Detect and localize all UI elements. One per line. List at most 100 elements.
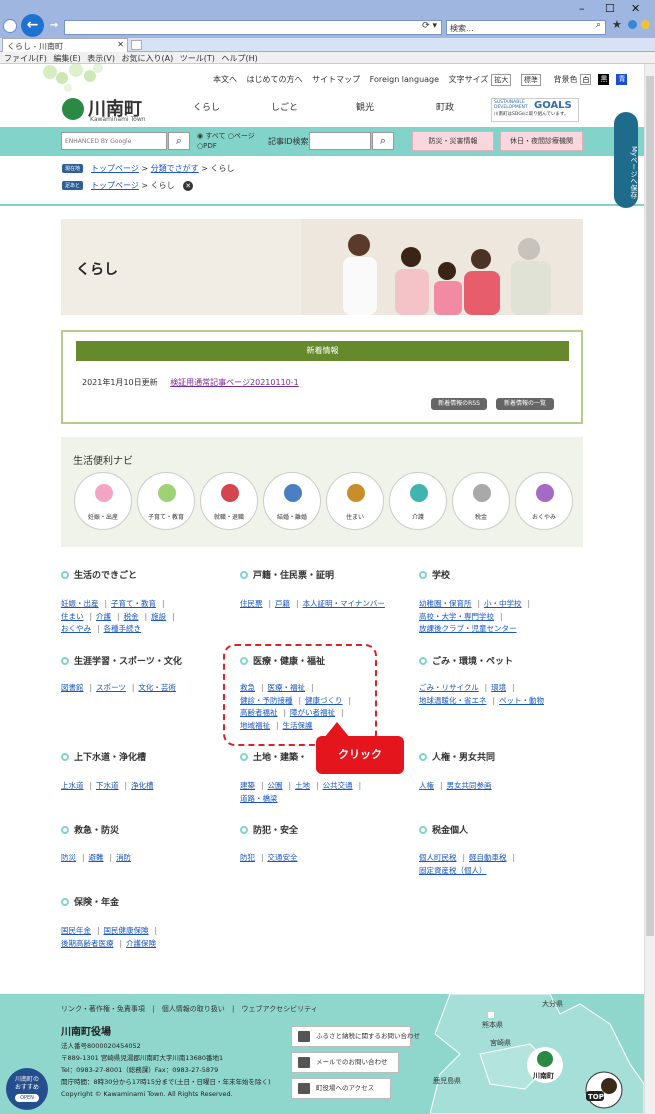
link-care[interactable]: 介護: [96, 612, 111, 621]
navi-pregnancy[interactable]: 妊娠・出産: [74, 472, 132, 530]
menu-file[interactable]: ファイル(F): [4, 54, 47, 63]
link-land[interactable]: 土地: [295, 781, 310, 790]
link-national-pension[interactable]: 国民年金: [61, 926, 91, 935]
link-sports[interactable]: スポーツ: [96, 683, 126, 692]
news-rss-button[interactable]: 新着情報のRSS: [431, 398, 487, 410]
link-traffic-safety[interactable]: 交通安全: [268, 853, 298, 862]
link-property-tax[interactable]: 固定資産税（個人）: [419, 866, 487, 875]
font-large-button[interactable]: 拡大: [491, 74, 512, 86]
link-resident-tax[interactable]: 個人町民税: [419, 853, 457, 862]
link-national-health-insurance[interactable]: 国民健康保険: [104, 926, 149, 935]
link-housing[interactable]: 住まい: [61, 612, 84, 621]
link-septic[interactable]: 浄化槽: [131, 781, 154, 790]
breadcrumb-top-link[interactable]: トップページ: [91, 164, 139, 173]
link-library[interactable]: 図書館: [61, 683, 84, 692]
menu-view[interactable]: 表示(V): [87, 54, 115, 63]
category-title-family-register[interactable]: 戸籍・住民票・証明: [240, 568, 334, 581]
category-title-human-rights[interactable]: 人権・男女共同: [419, 750, 495, 763]
tab-close-icon[interactable]: ✕: [117, 40, 124, 49]
feedback-icon[interactable]: [641, 20, 650, 29]
radio-all[interactable]: ◉: [197, 132, 203, 140]
menu-help[interactable]: ヘルプ(H): [221, 54, 257, 63]
mail-inquiry-button[interactable]: メールでのお問い合わせ: [291, 1052, 399, 1073]
link-condolence[interactable]: おくやみ: [61, 624, 91, 633]
link-koseki[interactable]: 戸籍: [275, 599, 290, 608]
link-park[interactable]: 公園: [268, 781, 283, 790]
link-mynumber[interactable]: 本人証明・マイナンバー: [303, 599, 385, 608]
footprint-top-link[interactable]: トップページ: [91, 181, 139, 190]
address-input[interactable]: ⟳ ▾: [64, 20, 442, 35]
browser-search-input[interactable]: 検索...: [446, 20, 606, 35]
page-scrollbar[interactable]: [644, 64, 655, 1114]
category-title-disaster[interactable]: 救急・防災: [61, 823, 119, 836]
link-care-insurance[interactable]: 介護保険: [126, 939, 156, 948]
link-afterschool[interactable]: 放課後クラブ・児童センター: [419, 624, 517, 633]
link-procedures[interactable]: 各種手続き: [104, 624, 142, 633]
navi-employment[interactable]: 就職・退職: [200, 472, 258, 530]
article-id-search-button[interactable]: ⌕: [372, 132, 394, 150]
link-pregnancy[interactable]: 妊娠・出産: [61, 599, 99, 608]
gnav-shigoto[interactable]: しごと: [271, 100, 298, 113]
back-to-top-button[interactable]: TOP: [584, 1070, 624, 1110]
favorites-icon[interactable]: [628, 20, 637, 29]
home-icon[interactable]: ★: [612, 18, 622, 31]
category-title-environment[interactable]: ごみ・環境・ペット: [419, 654, 513, 667]
util-link-sitemap[interactable]: サイトマップ: [312, 75, 360, 84]
link-gender-equality[interactable]: 男女共同参画: [447, 781, 492, 790]
navi-tax[interactable]: 税金: [452, 472, 510, 530]
browser-tab[interactable]: くらし - 川南町 ✕: [2, 38, 128, 52]
navi-marriage[interactable]: 結婚・離婚: [263, 472, 321, 530]
link-environment[interactable]: 環境: [491, 683, 506, 692]
link-crime-prevention[interactable]: 防犯: [240, 853, 255, 862]
forward-button[interactable]: →: [47, 19, 61, 33]
access-button[interactable]: 町役場へのアクセス: [291, 1078, 391, 1099]
link-pets[interactable]: ペット・動物: [499, 696, 544, 705]
link-childcare[interactable]: 子育て・教育: [111, 599, 156, 608]
navi-condolence[interactable]: おくやみ: [515, 472, 573, 530]
recommend-button[interactable]: 川南町の おすすめ OPEN: [6, 1068, 48, 1110]
link-transport[interactable]: 公共交通: [323, 781, 353, 790]
bg-blue-button[interactable]: 青: [616, 74, 628, 85]
category-title-water[interactable]: 上下水道・浄化槽: [61, 750, 146, 763]
link-recycle[interactable]: ごみ・リサイクル: [419, 683, 479, 692]
menu-favorites[interactable]: お気に入り(A): [122, 54, 174, 63]
link-disaster-prevention[interactable]: 防災: [61, 853, 76, 862]
category-title-individual-tax[interactable]: 税金個人: [419, 823, 468, 836]
link-fire[interactable]: 消防: [116, 853, 131, 862]
link-residence-cert[interactable]: 住民票: [240, 599, 263, 608]
menu-edit[interactable]: 編集(E): [53, 54, 80, 63]
category-title-life-events[interactable]: 生活のできごと: [61, 568, 137, 581]
link-culture[interactable]: 文化・芸術: [138, 683, 176, 692]
back-button[interactable]: ←: [21, 14, 44, 37]
link-global-warming[interactable]: 地球温暖化・省エネ: [419, 696, 487, 705]
link-human-rights[interactable]: 人権: [419, 781, 434, 790]
link-water-supply[interactable]: 上水道: [61, 781, 84, 790]
link-facilities[interactable]: 施設: [151, 612, 166, 621]
footprint-clear-icon[interactable]: ✕: [183, 181, 194, 191]
link-roads[interactable]: 道路・橋梁: [240, 794, 278, 803]
category-title-land-building[interactable]: 土地・建築・: [240, 750, 307, 763]
link-building[interactable]: 建築: [240, 781, 255, 790]
disaster-info-button[interactable]: 防災・災害情報: [412, 131, 494, 151]
news-list-button[interactable]: 新着情報の一覧: [496, 398, 554, 410]
sdgs-banner[interactable]: SUSTAINABLE DEVELOPMENT GOALS 川南町はSDGsに取り…: [491, 98, 579, 122]
google-search-button[interactable]: ⌕: [168, 132, 190, 150]
footer-link-accessibility[interactable]: ウェブアクセシビリティ: [242, 1005, 318, 1013]
gnav-kurashi[interactable]: くらし: [193, 100, 220, 113]
util-link-first-time[interactable]: はじめての方へ: [247, 75, 303, 84]
font-standard-button[interactable]: 標準: [520, 74, 541, 86]
link-elderly-medical[interactable]: 後期高齢者医療: [61, 939, 114, 948]
category-title-insurance[interactable]: 保険・年金: [61, 895, 119, 908]
link-elementary[interactable]: 小・中学校: [484, 599, 522, 608]
refresh-icon[interactable]: ⟳ ▾: [422, 21, 437, 31]
article-id-input[interactable]: [309, 132, 371, 150]
scrollbar-thumb[interactable]: [646, 76, 654, 936]
footer-link-privacy[interactable]: 個人情報の取り扱い: [162, 1005, 225, 1013]
footer-link-copyright[interactable]: リンク・著作権・免責事項: [61, 1005, 145, 1013]
navi-childcare[interactable]: 子育て・教育: [137, 472, 195, 530]
furusato-inquiry-button[interactable]: ふるさと納税に関するお問い合わせ: [291, 1026, 420, 1047]
gnav-kanko[interactable]: 観光: [356, 100, 374, 113]
link-tax[interactable]: 税金: [124, 612, 139, 621]
gnav-chosei[interactable]: 町政: [436, 100, 454, 113]
category-title-safety[interactable]: 防犯・安全: [240, 823, 298, 836]
